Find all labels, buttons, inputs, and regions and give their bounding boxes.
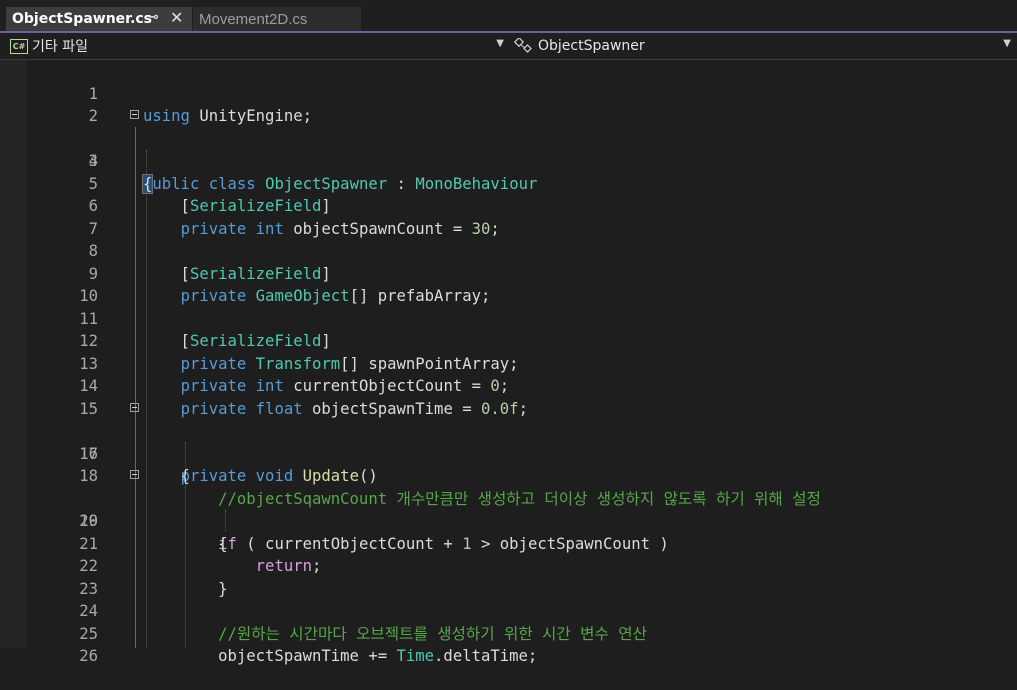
tab-objectspawner[interactable]: ObjectSpawner.cs ⊸ ✕ <box>6 7 192 31</box>
code-line: 8 [SerializeField] <box>0 218 1017 283</box>
project-dropdown[interactable]: C# 기타 파일 ▼ <box>6 36 510 56</box>
code-line: 25 objectSpawnTime += Time.deltaTime; <box>0 600 1017 666</box>
code-line: 20 { <box>0 488 1017 553</box>
code-line: 11 [SerializeField] <box>0 285 1017 351</box>
code-line: 3 public class ObjectSpawner : MonoBehav… <box>0 105 1017 193</box>
close-icon[interactable]: ✕ <box>170 8 183 27</box>
class-dropdown[interactable]: ObjectSpawner ▼ <box>513 36 1017 56</box>
tab-movement2d[interactable]: Movement2D.cs <box>193 7 361 31</box>
code-line: 23 <box>0 555 1017 598</box>
code-line: 9 private GameObject[] prefabArray; <box>0 240 1017 306</box>
project-label: 기타 파일 <box>32 39 88 55</box>
code-line: 15 <box>0 375 1017 418</box>
pin-icon[interactable]: ⊸ <box>148 10 159 25</box>
chevron-down-icon: ▼ <box>496 38 504 49</box>
code-text: objectSpawnTime += Time.deltaTime; <box>143 647 538 665</box>
code-line: 10 <box>0 263 1017 305</box>
class-icon <box>513 36 536 54</box>
collapse-icon[interactable] <box>130 470 139 479</box>
code-line: 5 [SerializeField] <box>0 150 1017 216</box>
code-line: 22 } <box>0 533 1017 598</box>
code-line: 19 if ( currentObjectCount + 1 > objectS… <box>0 465 1017 553</box>
collapse-icon[interactable] <box>130 110 139 119</box>
code-line: 17 { <box>0 420 1017 486</box>
code-line: 4 { <box>0 128 1017 194</box>
code-line: 2 <box>0 83 1017 125</box>
tab-bar: ObjectSpawner.cs ⊸ ✕ Movement2D.cs <box>0 0 1017 31</box>
code-line: 24 //원하는 시간마다 오브젝트를 생성하기 위한 시간 변수 연산 <box>0 578 1017 643</box>
code-line: 7 <box>0 195 1017 238</box>
code-line: 1 using UnityEngine; <box>0 60 1017 126</box>
code-line: 12 private Transform[] spawnPointArray; <box>0 308 1017 373</box>
code-line: 18 //objectSqawnCount 개수만큼만 생성하고 더이상 생성하… <box>0 443 1017 508</box>
navigation-bar: C# 기타 파일 ▼ ObjectSpawner ▼ <box>0 33 1017 60</box>
code-line: 6 private int objectSpawnCount = 30; <box>0 173 1017 238</box>
tab-label: ObjectSpawner.cs <box>12 11 153 27</box>
code-line: 13 private int currentObjectCount = 0; <box>0 330 1017 396</box>
code-line: 26 <box>0 623 1017 665</box>
collapse-icon[interactable] <box>130 402 139 412</box>
line-number: 26 <box>79 647 98 665</box>
chevron-down-icon: ▼ <box>1003 38 1011 49</box>
code-line: 14 private float objectSpawnTime = 0.0f; <box>0 353 1017 418</box>
code-line: 21 return; <box>0 510 1017 576</box>
code-editor[interactable]: 1 using UnityEngine; 2 3 public class Ob… <box>0 60 1017 666</box>
code-line: 16 private void Update() <box>0 398 1017 485</box>
csharp-file-icon: C# <box>10 38 28 54</box>
class-label: ObjectSpawner <box>538 38 645 54</box>
tab-label: Movement2D.cs <box>199 10 308 28</box>
